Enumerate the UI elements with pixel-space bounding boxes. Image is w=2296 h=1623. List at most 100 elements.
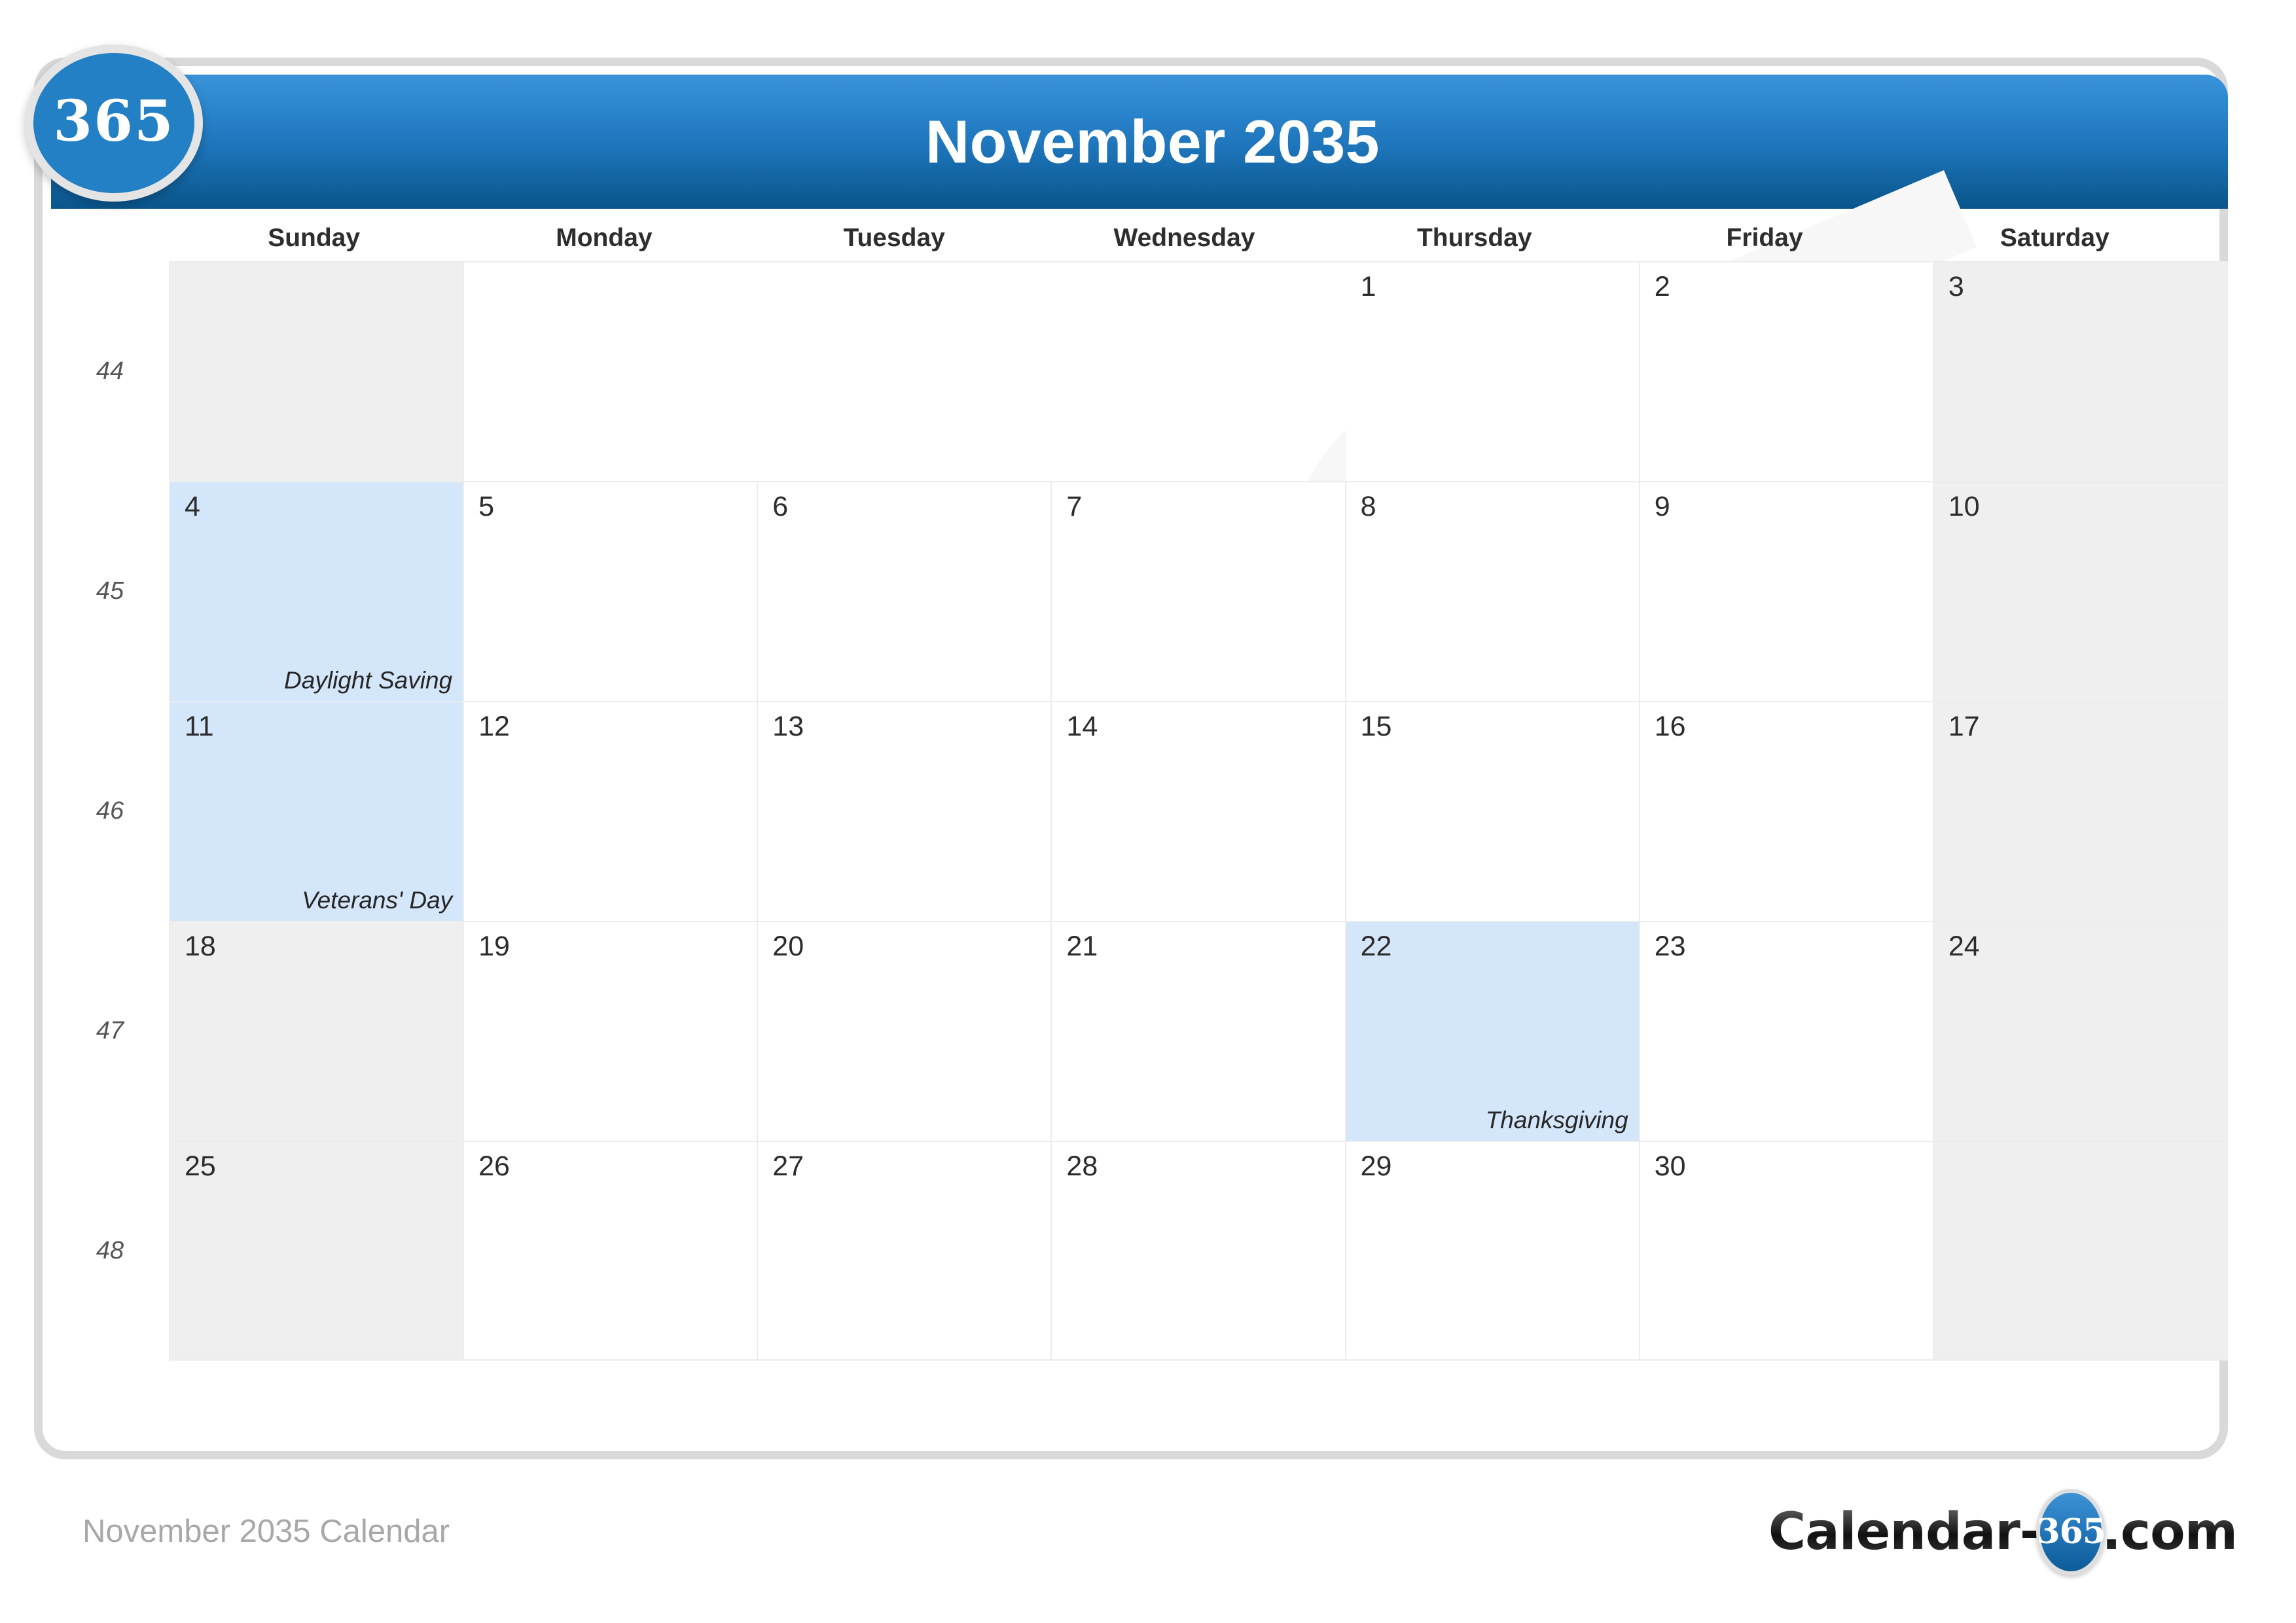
weekday-header-monday: Monday: [556, 224, 653, 252]
week-number: 46: [96, 796, 124, 825]
calendar365-logo[interactable]: Calendar- 365 .com: [1768, 1489, 2238, 1575]
holiday-label: Veterans' Day: [302, 887, 453, 914]
day-cell-empty: [1052, 262, 1346, 481]
week-row: 48 25 26 27 28 29 30: [51, 1141, 2228, 1361]
logo-oval-label: 365: [2036, 1512, 2107, 1552]
day-number: 11: [185, 711, 214, 742]
day-number: 13: [772, 711, 804, 742]
week-number: 44: [96, 357, 124, 385]
day-cell[interactable]: 15: [1346, 702, 1640, 921]
day-number: 29: [1360, 1150, 1392, 1182]
day-number: 6: [772, 491, 789, 522]
day-cell[interactable]: 4 Daylight Saving: [169, 482, 465, 701]
day-number: 2: [1654, 271, 1670, 302]
day-number: 5: [478, 491, 495, 522]
day-cell[interactable]: 20: [758, 922, 1052, 1141]
day-number: 10: [1948, 491, 1980, 522]
day-cell[interactable]: 29: [1346, 1142, 1640, 1359]
week-days: 11 Veterans' Day 12 13 14 15 16 17: [169, 701, 2228, 921]
weekday-header-saturday: Saturday: [2000, 224, 2109, 252]
day-cell[interactable]: 19: [464, 922, 759, 1141]
day-number: 20: [772, 931, 804, 962]
logo-badge-365: 365: [25, 45, 203, 202]
day-number: 23: [1654, 931, 1686, 962]
calendar-grid: 44 1 2 3 45 4 Daylight Saving 5 6 7 8 9 10 46 11 Vetera…: [51, 261, 2228, 1442]
day-cell[interactable]: 25: [169, 1142, 465, 1359]
day-cell[interactable]: 16: [1640, 702, 1934, 921]
day-cell[interactable]: 27: [758, 1142, 1052, 1359]
day-number: 12: [478, 711, 510, 742]
day-number: 9: [1654, 491, 1670, 522]
day-cell[interactable]: 3: [1933, 262, 2228, 481]
day-cell-empty: [169, 262, 465, 481]
calendar-header-bar: November 2035: [51, 75, 2228, 209]
holiday-label: Daylight Saving: [284, 667, 453, 694]
day-cell[interactable]: 23: [1640, 922, 1934, 1141]
day-cell[interactable]: 13: [758, 702, 1052, 921]
day-cell[interactable]: 14: [1052, 702, 1346, 921]
day-number: 15: [1360, 711, 1392, 742]
day-number: 8: [1360, 491, 1376, 522]
week-row: 44 1 2 3: [51, 261, 2228, 481]
day-cell[interactable]: 10: [1933, 482, 2228, 701]
day-cell[interactable]: 30: [1640, 1142, 1934, 1359]
week-number: 45: [96, 577, 124, 605]
calendar-body: 365 SundayMondayTuesdayWednesdayThursday…: [51, 10, 2270, 1442]
week-days: 18 19 20 21 22 Thanksgiving 23 24: [169, 921, 2228, 1141]
day-number: 21: [1066, 931, 1098, 962]
page-title: November 2035: [925, 107, 1380, 175]
week-days: 25 26 27 28 29 30: [169, 1141, 2228, 1361]
day-number: 19: [478, 931, 510, 962]
day-number: 25: [185, 1150, 216, 1182]
weekday-header-wednesday: Wednesday: [1113, 224, 1255, 252]
weekday-header-thursday: Thursday: [1416, 224, 1532, 252]
week-row: 47 18 19 20 21 22 Thanksgiving 23 24: [51, 921, 2228, 1141]
day-cell[interactable]: 24: [1933, 922, 2228, 1141]
day-cell[interactable]: 2: [1640, 262, 1934, 481]
day-number: 22: [1360, 931, 1392, 962]
day-cell[interactable]: 28: [1052, 1142, 1346, 1359]
day-number: 18: [185, 931, 216, 962]
day-cell-empty: [758, 262, 1052, 481]
day-cell[interactable]: 18: [169, 922, 465, 1141]
logo-text-pre: Calendar-: [1768, 1503, 2041, 1561]
day-cell[interactable]: 21: [1052, 922, 1346, 1141]
logo-text-post: .com: [2102, 1503, 2238, 1561]
logo-oval-icon: 365: [2036, 1489, 2106, 1575]
week-number: 48: [96, 1236, 124, 1264]
week-number: 47: [96, 1016, 124, 1044]
day-cell[interactable]: 22 Thanksgiving: [1346, 922, 1640, 1141]
day-cell[interactable]: 26: [464, 1142, 759, 1359]
day-cell[interactable]: 8: [1346, 482, 1640, 701]
logo-badge-label: 365: [53, 88, 175, 154]
day-number: 27: [772, 1150, 804, 1182]
day-number: 30: [1654, 1150, 1686, 1182]
week-row: 45 4 Daylight Saving 5 6 7 8 9 10: [51, 481, 2228, 701]
day-number: 14: [1066, 711, 1098, 742]
day-number: 28: [1066, 1150, 1098, 1182]
page-footer: November 2035 Calendar Calendar- 365 .co…: [0, 1484, 2296, 1623]
day-cell[interactable]: 17: [1933, 702, 2228, 921]
day-cell[interactable]: 9: [1640, 482, 1934, 701]
day-cell[interactable]: 5: [464, 482, 759, 701]
day-number: 3: [1948, 271, 1964, 302]
week-row: 46 11 Veterans' Day 12 13 14 15 16 17: [51, 701, 2228, 921]
holiday-label: Thanksgiving: [1485, 1107, 1628, 1134]
day-cell[interactable]: 7: [1052, 482, 1346, 701]
day-cell-empty: [464, 262, 758, 481]
day-number: 4: [185, 491, 200, 522]
day-number: 17: [1948, 711, 1980, 742]
day-number: 26: [478, 1150, 510, 1182]
week-days: 1 2 3: [169, 261, 2228, 481]
day-cell[interactable]: 11 Veterans' Day: [169, 702, 465, 921]
day-number: 7: [1066, 491, 1083, 522]
footer-caption: November 2035 Calendar: [82, 1514, 450, 1549]
calendar-card: November 2035 365 SundayMondayTuesdayWed…: [34, 10, 2270, 1459]
weekday-header-friday: Friday: [1726, 224, 1803, 252]
weekday-header-sunday: Sunday: [268, 224, 361, 252]
day-cell[interactable]: 1: [1346, 262, 1640, 481]
day-cell[interactable]: 6: [758, 482, 1052, 701]
weekday-header-row: Sunday Monday Tuesday Wednesday Thursday Frid…: [169, 215, 2200, 261]
weekday-header-tuesday: Tuesday: [843, 224, 945, 252]
day-cell[interactable]: 12: [464, 702, 759, 921]
